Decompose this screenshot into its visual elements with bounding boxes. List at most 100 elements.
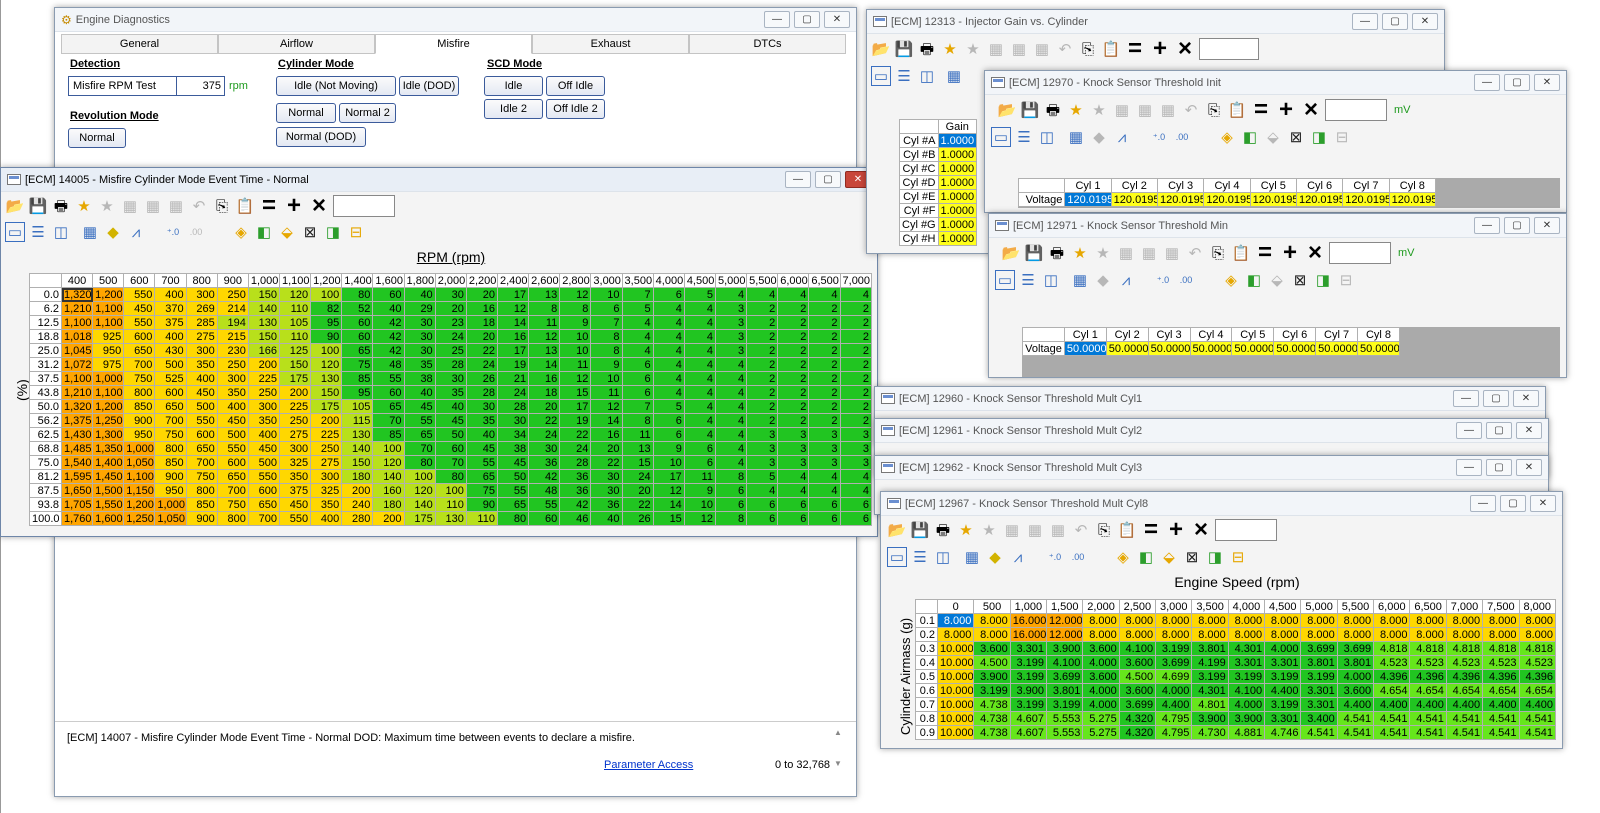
data-cell[interactable]: 2 [746, 357, 779, 372]
data-cell[interactable]: 2 [808, 357, 841, 372]
copy-icon[interactable]: ⎘ [1078, 39, 1098, 59]
data-cell[interactable]: 3.301 [1300, 683, 1338, 698]
data-cell[interactable]: 6 [590, 301, 623, 316]
revolution-normal-button[interactable]: Normal [68, 128, 126, 148]
close-button[interactable]: ✕ [1534, 74, 1560, 91]
data-cell[interactable]: 60 [372, 287, 405, 302]
grid-diff-icon[interactable]: ▦ [1158, 100, 1178, 120]
decrease-decimals-icon[interactable]: .00 [1172, 127, 1192, 147]
data-cell[interactable]: 450 [216, 413, 249, 428]
fill-icon[interactable]: ⬙ [1267, 270, 1287, 290]
scroll-up-icon[interactable]: ▲ [831, 728, 845, 737]
data-cell[interactable]: 4.400 [1518, 697, 1556, 712]
data-cell[interactable]: 150 [278, 357, 312, 372]
data-cell[interactable]: 3.600 [1336, 683, 1375, 698]
data-cell[interactable]: 3.801 [1336, 655, 1375, 670]
data-cell[interactable]: 1,050 [154, 511, 187, 526]
favorite-add-icon[interactable]: ★ [1070, 243, 1090, 263]
data-cell[interactable]: 4.400 [1373, 697, 1411, 712]
data-cell[interactable]: 1,200 [92, 287, 125, 302]
data-cell[interactable]: 3.199 [1046, 697, 1084, 712]
data-cell[interactable]: 20 [621, 483, 654, 498]
data-cell[interactable]: 1,400 [92, 455, 125, 470]
data-cell[interactable]: 120.0195 [1249, 192, 1297, 207]
data-cell[interactable]: 4 [808, 469, 841, 484]
data-cell[interactable]: 120.0195 [1110, 192, 1158, 207]
data-cell[interactable]: 8.000 [1082, 613, 1120, 628]
data-cell[interactable]: 50.0000 [1189, 341, 1233, 356]
scd-idle-button[interactable]: Idle [484, 76, 543, 96]
data-cell[interactable]: 4 [683, 371, 716, 386]
data-cell[interactable]: 30 [528, 441, 561, 456]
data-cell[interactable]: 120.0195 [1156, 192, 1205, 207]
data-cell[interactable]: 4.818 [1373, 641, 1411, 656]
data-cell[interactable]: 4 [683, 301, 716, 316]
data-cell[interactable]: 8.000 [936, 613, 975, 628]
data-cell[interactable]: 3 [746, 427, 779, 442]
normal-button[interactable]: Normal [276, 103, 336, 123]
data-cell[interactable]: 24 [528, 427, 561, 442]
data-cell[interactable]: 285 [185, 315, 218, 330]
plus-icon[interactable]: + [1275, 98, 1297, 122]
data-cell[interactable]: 9 [590, 357, 623, 372]
smooth-icon[interactable]: ◧ [1244, 270, 1264, 290]
data-cell[interactable]: 9 [652, 441, 685, 456]
data-cell[interactable]: 4.100 [1046, 655, 1084, 670]
data-cell[interactable]: 14 [496, 315, 530, 330]
plus-icon[interactable]: + [283, 194, 305, 218]
data-cell[interactable]: 1,485 [60, 441, 94, 456]
data-cell[interactable]: 105 [278, 315, 312, 330]
data-cell[interactable]: 2 [777, 357, 810, 372]
data-cell[interactable]: 2 [777, 343, 810, 358]
data-cell[interactable]: 36 [590, 497, 623, 512]
data-cell[interactable]: 250 [216, 287, 249, 302]
operation-value-input[interactable] [1199, 38, 1259, 60]
data-cell[interactable]: 160 [372, 483, 405, 498]
save-icon[interactable]: 💾 [910, 520, 930, 540]
data-cell[interactable]: 3.301 [1009, 641, 1048, 656]
data-cell[interactable]: 24 [496, 385, 530, 400]
data-cell[interactable]: 8.000 [1373, 627, 1411, 642]
data-cell[interactable]: 130 [341, 427, 374, 442]
data-cell[interactable]: 45 [434, 413, 467, 428]
knock-min-titlebar[interactable]: [ECM] 12971 - Knock Sensor Threshold Min… [989, 214, 1566, 238]
select-all-icon[interactable]: ⊠ [1182, 547, 1202, 567]
data-cell[interactable]: 17 [496, 287, 530, 302]
data-cell[interactable]: 65 [403, 427, 436, 442]
data-cell[interactable]: 55 [465, 455, 498, 470]
data-cell[interactable]: 85 [341, 371, 374, 386]
data-cell[interactable]: 4.523 [1409, 655, 1447, 670]
data-cell[interactable]: 4.320 [1118, 711, 1157, 726]
data-cell[interactable]: 2 [808, 413, 841, 428]
data-cell[interactable]: 3.199 [1264, 697, 1302, 712]
data-cell[interactable]: 2 [808, 343, 841, 358]
data-cell[interactable]: 4.400 [1445, 697, 1484, 712]
data-cell[interactable]: 17 [496, 343, 530, 358]
data-cell[interactable]: 3.699 [1046, 669, 1084, 684]
data-cell[interactable]: 24 [434, 329, 467, 344]
data-cell[interactable]: 4.523 [1518, 655, 1556, 670]
save-icon[interactable]: 💾 [1024, 243, 1044, 263]
data-cell[interactable]: 450 [247, 441, 280, 456]
grid-view-icon[interactable]: ▦ [944, 66, 964, 86]
data-cell[interactable]: 50.0000 [1105, 341, 1149, 356]
data-cell[interactable]: 4.607 [1009, 725, 1048, 740]
data-cell[interactable]: 2 [808, 399, 841, 414]
data-cell[interactable]: 1,100 [123, 469, 156, 484]
data-cell[interactable]: 150 [310, 385, 343, 400]
normal-2-button[interactable]: Normal 2 [339, 103, 396, 123]
data-cell[interactable]: 15 [621, 455, 654, 470]
data-cell[interactable]: 14 [652, 497, 685, 512]
data-cell[interactable]: 30 [465, 399, 498, 414]
smooth-icon[interactable]: ◧ [1240, 127, 1260, 147]
data-cell[interactable]: 6 [621, 371, 654, 386]
data-cell[interactable]: 850 [123, 399, 156, 414]
normal-dod-button[interactable]: Normal (DOD) [276, 127, 366, 147]
data-cell[interactable]: 12 [683, 511, 716, 526]
data-cell[interactable]: 1,200 [92, 399, 125, 414]
data-cell[interactable]: 40 [403, 385, 436, 400]
data-cell[interactable]: 4.396 [1373, 669, 1411, 684]
data-cell[interactable]: 8.000 [973, 627, 1011, 642]
data-cell[interactable]: 4.000 [1336, 669, 1375, 684]
data-cell[interactable]: 4 [683, 315, 716, 330]
